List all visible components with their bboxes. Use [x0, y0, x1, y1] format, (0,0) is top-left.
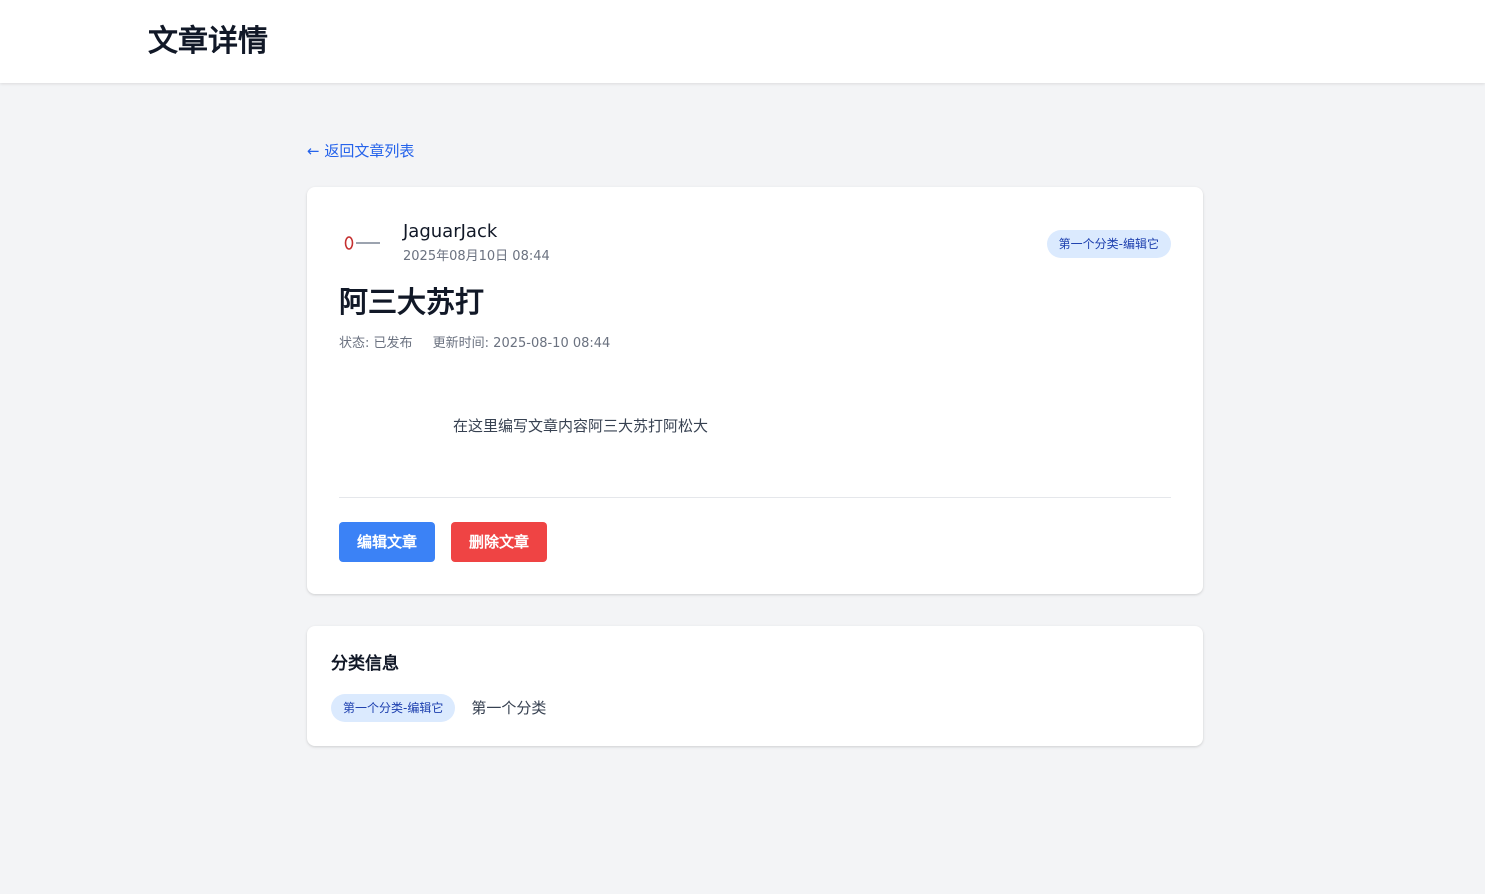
article-card: JaguarJack 2025年08月10日 08:44 第一个分类-编辑它 阿… — [307, 187, 1203, 594]
post-date: 2025年08月10日 08:44 — [403, 249, 550, 264]
delete-article-button[interactable]: 删除文章 — [451, 522, 547, 562]
author-avatar — [339, 227, 387, 259]
divider — [339, 497, 1171, 498]
article-title: 阿三大苏打 — [339, 285, 485, 319]
status-text: 状态: 已发布 — [339, 336, 413, 351]
author-name: JaguarJack — [403, 221, 498, 242]
category-info-badge: 第一个分类-编辑它 — [331, 694, 456, 722]
category-info-heading: 分类信息 — [331, 654, 399, 674]
category-name: 第一个分类 — [471, 699, 547, 717]
page-title: 文章详情 — [148, 24, 268, 59]
article-content: 在这里编写文章内容阿三大苏打阿松大 — [453, 417, 709, 435]
edit-article-button[interactable]: 编辑文章 — [339, 522, 435, 562]
article-meta: 状态: 已发布 更新时间: 2025-08-10 08:44 — [339, 334, 610, 354]
category-info-card: 分类信息 第一个分类-编辑它 第一个分类 — [307, 626, 1203, 746]
top-header: 文章详情 — [0, 0, 1485, 83]
updated-time: 更新时间: 2025-08-10 08:44 — [432, 336, 611, 351]
category-badge: 第一个分类-编辑它 — [1046, 230, 1171, 258]
category-row: 第一个分类-编辑它 第一个分类 — [331, 694, 546, 722]
back-to-list-link[interactable]: ← 返回文章列表 — [307, 140, 414, 162]
